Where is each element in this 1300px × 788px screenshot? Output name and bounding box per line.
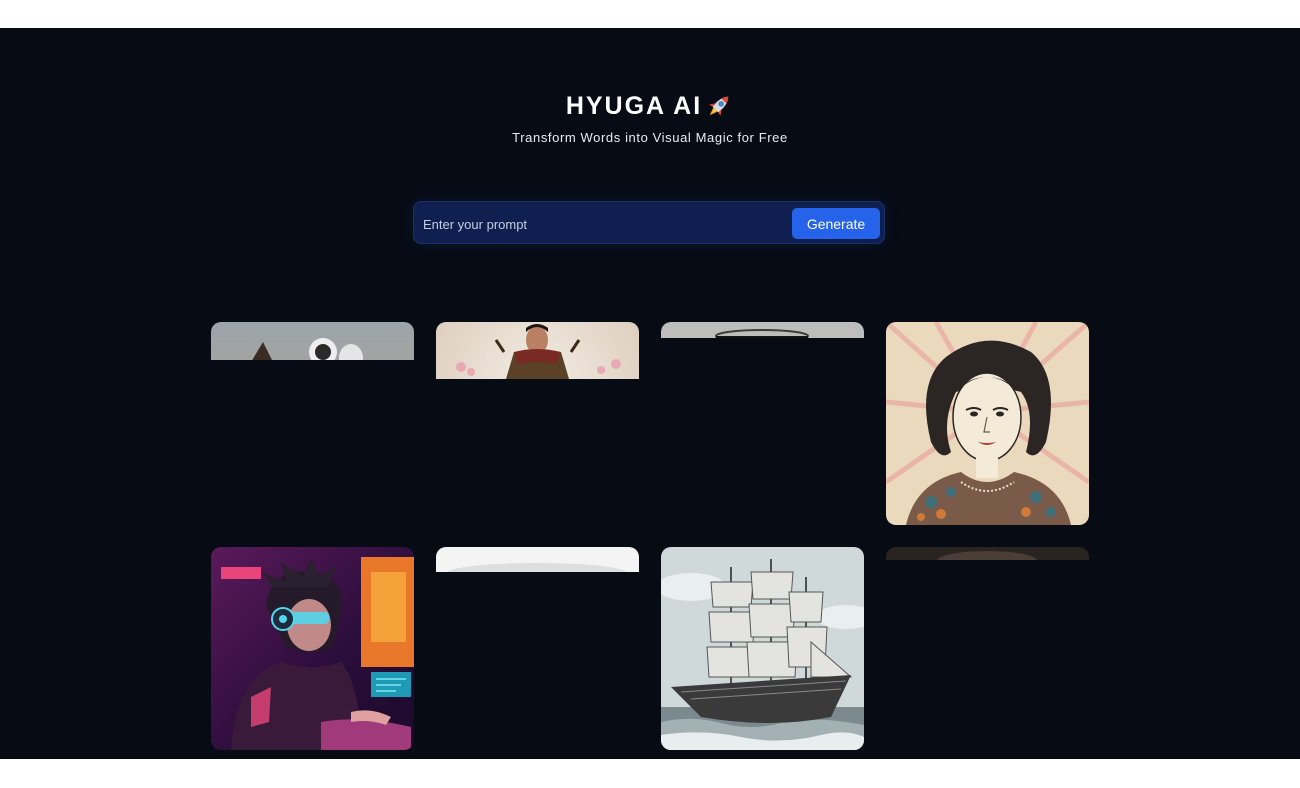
gallery-card-cyberpunk-gamer[interactable] — [211, 547, 414, 750]
gallery-image-retro-woman-portrait — [886, 322, 1089, 525]
gallery-image-cyberpunk-gamer — [211, 547, 414, 750]
prompt-input[interactable] — [421, 208, 785, 240]
page-subtitle: Transform Words into Visual Magic for Fr… — [512, 130, 788, 145]
gallery-card-jar[interactable] — [661, 322, 864, 338]
gallery-image-dark-portrait — [886, 547, 1089, 560]
gallery-card-white-object[interactable] — [436, 547, 639, 572]
gallery-image-jar — [661, 322, 864, 338]
app-frame: HYUGA AI Transform Words into Visual Mag… — [0, 28, 1300, 759]
page-title-text: HYUGA AI — [565, 92, 703, 120]
header: HYUGA AI Transform Words into Visual Mag… — [0, 90, 1300, 145]
gallery-image-samurai — [436, 322, 639, 379]
gallery-image-astronaut — [211, 322, 414, 360]
rocket-icon — [709, 96, 729, 116]
page-title: HYUGA AI — [566, 90, 734, 122]
gallery-card-sailing-ship-sketch[interactable] — [661, 547, 864, 750]
gallery-image-white-object — [436, 547, 639, 572]
gallery-card-retro-woman-portrait[interactable] — [886, 322, 1089, 525]
gallery-image-sailing-ship-sketch — [661, 547, 864, 750]
prompt-bar: Generate — [413, 201, 885, 244]
gallery-card-dark-portrait[interactable] — [886, 547, 1089, 560]
gallery-card-samurai[interactable] — [436, 322, 639, 379]
gallery-card-astronaut[interactable] — [211, 322, 414, 360]
generate-button[interactable]: Generate — [792, 208, 880, 239]
